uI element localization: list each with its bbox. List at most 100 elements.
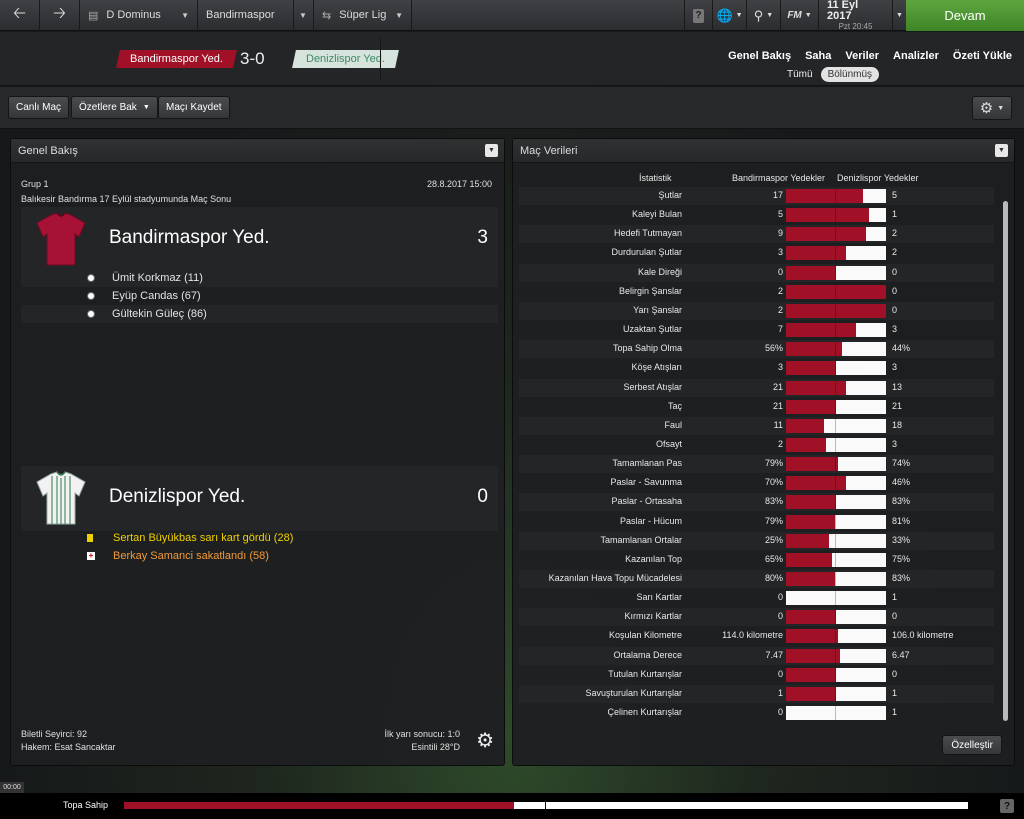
tab-analysis[interactable]: Analizler <box>893 50 939 62</box>
stat-bar-midline <box>835 610 836 624</box>
stats-scrollbar[interactable] <box>1002 191 1010 737</box>
customize-button[interactable]: Özelleştir <box>942 735 1002 755</box>
away-team-label: Denizlispor Yed. <box>306 53 385 65</box>
search-menu[interactable]: ⚲ ▼ <box>746 0 780 31</box>
weather-settings-gear-icon[interactable]: ⚙ <box>476 728 494 753</box>
stat-away-value: 0 <box>892 669 898 679</box>
panel-menu-button[interactable]: ▼ <box>995 144 1008 157</box>
stat-home-value: 79% <box>764 516 783 526</box>
stat-home-fill <box>786 189 863 203</box>
stat-home-value: 70% <box>764 477 783 487</box>
stat-bar-midline <box>835 361 836 375</box>
stat-label: Kazanılan Top <box>625 554 682 564</box>
stat-away-value: 33% <box>892 535 911 545</box>
stat-row: Savuşturulan Kurtarışlar 1 1 <box>519 685 994 703</box>
stat-bar-midline <box>835 534 836 548</box>
away-team-badge[interactable]: Denizlispor Yed. <box>292 50 399 68</box>
scorer-name: Gültekin Güleç (86) <box>112 307 207 320</box>
away-team-score: 0 <box>477 486 488 507</box>
save-match-button[interactable]: Maçı Kaydet <box>158 96 230 119</box>
continue-button[interactable]: Devam <box>906 0 1024 31</box>
possession-bar <box>124 802 968 809</box>
stat-bar-midline <box>835 668 836 682</box>
home-team-badge[interactable]: Bandirmaspor Yed. <box>116 50 237 68</box>
stat-home-value: 2 <box>777 305 783 315</box>
help-icon[interactable]: ? <box>1000 799 1014 813</box>
stat-row: Çelinen Kurtarışlar 0 1 <box>519 704 994 722</box>
stat-home-value: 0 <box>777 592 783 602</box>
stat-home-value: 80% <box>764 573 783 583</box>
stat-away-value: 1 <box>892 592 898 602</box>
stat-home-fill <box>786 381 846 395</box>
stat-label: Şutlar <box>658 190 682 200</box>
stat-row: Serbest Atışlar 21 13 <box>519 379 994 397</box>
stat-row: Ortalama Derece 7.47 6.47 <box>519 647 994 665</box>
back-arrow-icon[interactable]: 🡠 <box>0 0 40 31</box>
scrollbar-thumb[interactable] <box>1003 201 1008 721</box>
club-menu[interactable]: Bandirmaspor <box>198 0 294 31</box>
overview-panel: Genel Bakış ▼ Grup 1 28.8.2017 15:00 Bal… <box>10 138 505 766</box>
settings-button[interactable]: ⚙ ▼ <box>972 96 1012 120</box>
subtab-split[interactable]: Bölünmüş <box>820 67 880 82</box>
stat-away-value: 81% <box>892 516 911 526</box>
stat-row: Kale Direği 0 0 <box>519 264 994 282</box>
stat-row: Faul 11 18 <box>519 417 994 435</box>
stat-label: Tamamlanan Ortalar <box>600 535 682 545</box>
stat-comparison-bar <box>786 515 886 529</box>
tab-pitch[interactable]: Saha <box>805 50 831 62</box>
competition-group: Grup 1 <box>21 179 49 189</box>
injury-event: + Berkay Samanci sakatlandı (58) <box>87 547 269 564</box>
stat-label: Taç <box>667 401 682 411</box>
competition-menu[interactable]: ⇆ Süper Lig ▼ <box>314 0 412 31</box>
stat-label: Tamamlanan Pas <box>612 458 682 468</box>
club-dropdown[interactable]: ▼ <box>294 0 314 31</box>
forward-arrow-icon[interactable]: 🡢 <box>40 0 80 31</box>
stat-comparison-bar <box>786 246 886 260</box>
stat-comparison-bar <box>786 476 886 490</box>
stat-comparison-bar <box>786 419 886 433</box>
panel-menu-button[interactable]: ▼ <box>485 144 498 157</box>
stat-home-fill <box>786 323 856 337</box>
fm-logo-icon: FM <box>787 10 802 21</box>
stat-row: Tamamlanan Ortalar 25% 33% <box>519 532 994 550</box>
tab-overview[interactable]: Genel Bakış <box>728 50 791 62</box>
stat-bar-midline <box>835 189 836 203</box>
weather: Esintili 28°D <box>411 742 460 752</box>
stat-row: Paslar - Savunma 70% 46% <box>519 474 994 492</box>
stat-label: Topa Sahip Olma <box>612 343 682 353</box>
stat-bar-midline <box>835 476 836 490</box>
save-match-label: Maçı Kaydet <box>166 102 222 113</box>
manager-menu[interactable]: ▤ D Dominus ▼ <box>80 0 198 31</box>
stat-home-value: 7.47 <box>765 650 783 660</box>
stat-label: Çelinen Kurtarışlar <box>607 707 682 717</box>
date-dropdown[interactable]: ▼ <box>892 0 906 31</box>
tab-stats[interactable]: Veriler <box>845 50 879 62</box>
stat-away-value: 5 <box>892 190 898 200</box>
event-text: Berkay Samanci sakatlandı (58) <box>113 549 269 562</box>
view-highlights-label: Özetlere Bak <box>79 102 137 113</box>
club-name: Bandirmaspor <box>206 9 275 21</box>
stat-home-value: 65% <box>764 554 783 564</box>
subtab-all[interactable]: Tümü <box>785 67 815 82</box>
fm-menu[interactable]: FM ▼ <box>780 0 818 31</box>
live-match-button[interactable]: Canlı Maç <box>8 96 70 119</box>
date-display[interactable]: 11 Eyl 2017 Pzt 20:45 <box>818 0 892 31</box>
stat-comparison-bar <box>786 266 886 280</box>
stat-home-value: 3 <box>777 247 783 257</box>
help-button[interactable]: ? <box>684 0 712 31</box>
away-team-name: Denizlispor Yed. <box>109 486 246 507</box>
globe-menu[interactable]: 🌐 ▼ <box>712 0 746 31</box>
stat-label: Paslar - Ortasaha <box>611 496 682 506</box>
yellow-card-event: Sertan Büyükbas sarı kart gördü (28) <box>87 529 293 546</box>
stat-home-fill <box>786 285 886 299</box>
stat-row: Kazanılan Hava Topu Mücadelesi 80% 83% <box>519 570 994 588</box>
chevron-down-icon: ▼ <box>395 10 403 20</box>
stat-away-value: 3 <box>892 439 898 449</box>
stat-comparison-bar <box>786 649 886 663</box>
stat-home-value: 17 <box>772 190 783 200</box>
view-highlights-button[interactable]: Özetlere Bak ▼ <box>71 96 158 119</box>
home-column-header: Bandirmaspor Yedekler <box>732 173 826 183</box>
stat-label: Paslar - Hücum <box>619 516 682 526</box>
tab-upload-highlights[interactable]: Özeti Yükle <box>953 50 1012 62</box>
stat-home-fill <box>786 495 836 509</box>
